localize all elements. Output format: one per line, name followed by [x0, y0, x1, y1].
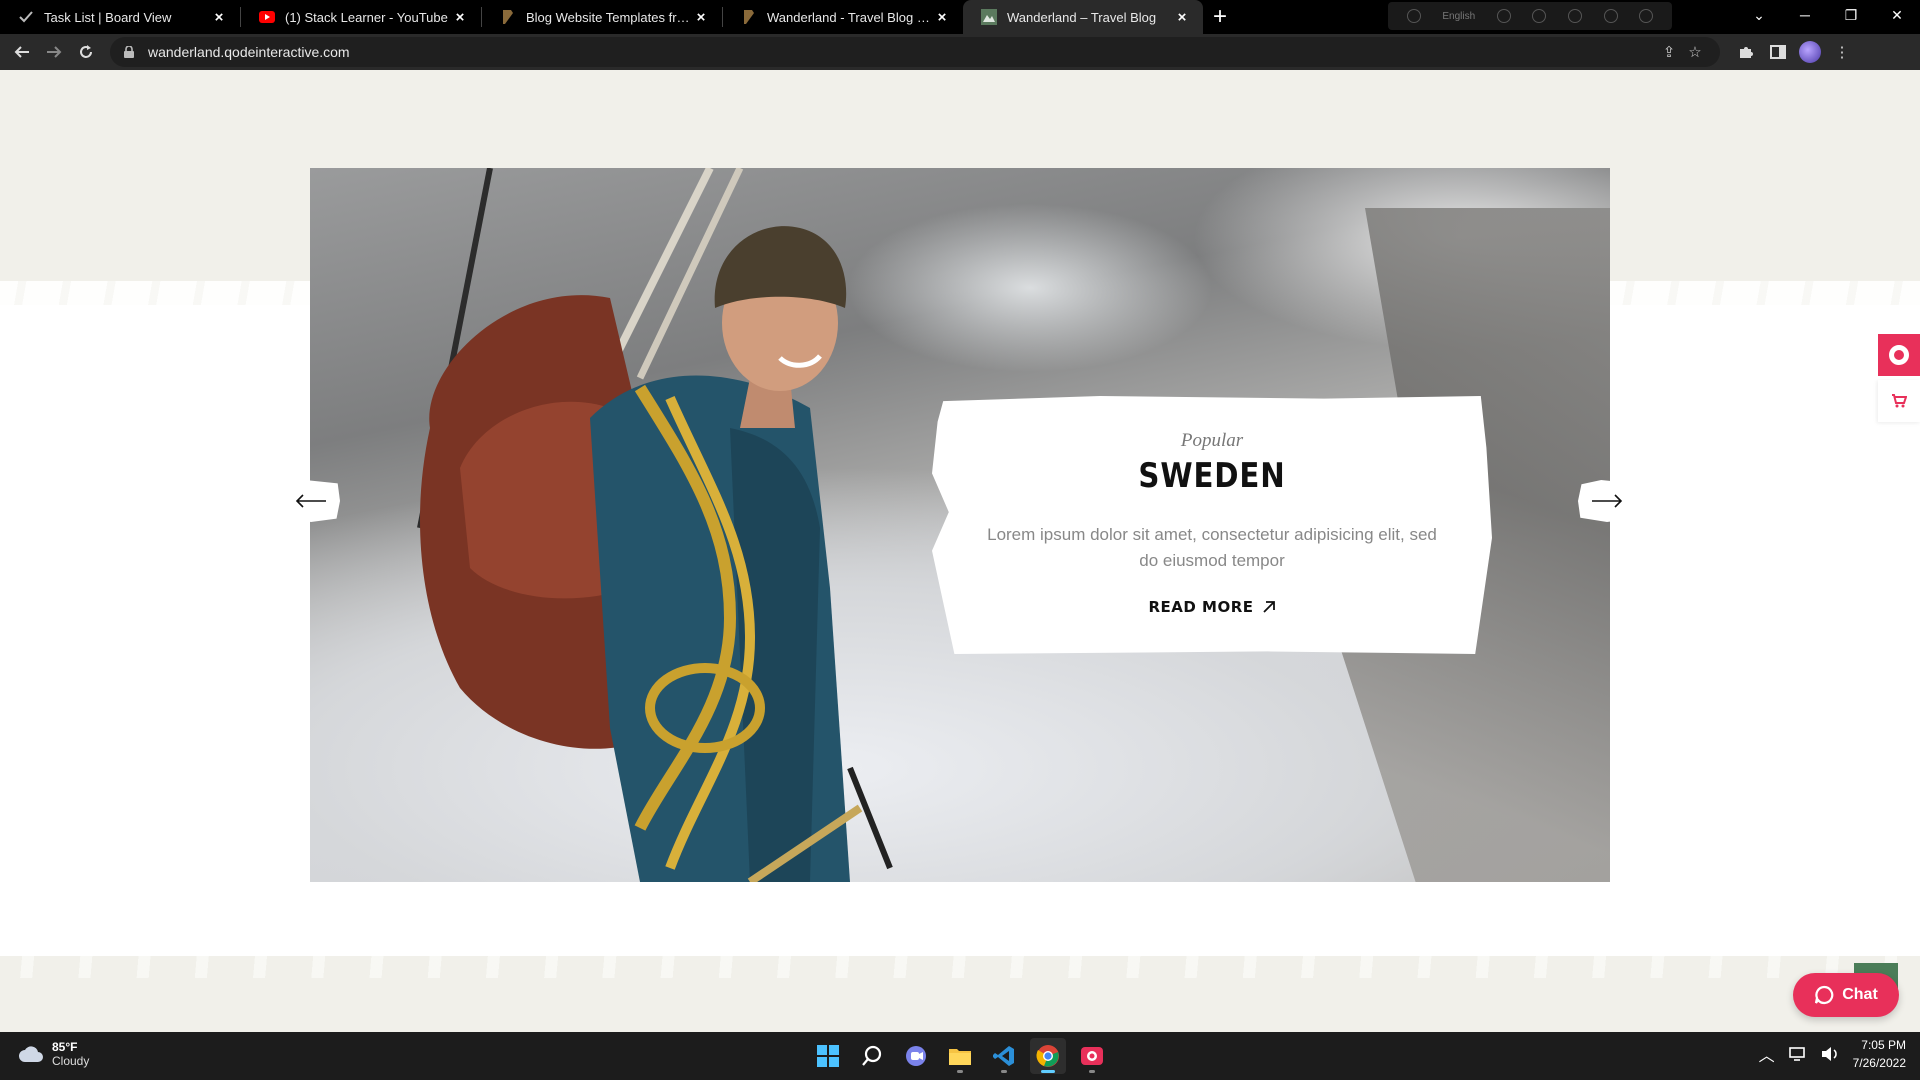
- url-text[interactable]: wanderland.qodeinteractive.com: [148, 44, 1656, 60]
- restore-button[interactable]: ❐: [1828, 0, 1874, 30]
- close-window-button[interactable]: ✕: [1874, 0, 1920, 30]
- chrome-icon[interactable]: [1030, 1038, 1066, 1074]
- card-title[interactable]: SWEDEN: [971, 456, 1453, 496]
- back-arrow-icon[interactable]: [6, 36, 38, 68]
- minimize-button[interactable]: ─: [1782, 0, 1828, 30]
- tab-title: Wanderland - Travel Blog Preview: [767, 9, 933, 25]
- tab-wanderland-active[interactable]: Wanderland – Travel Blog ×: [963, 0, 1203, 34]
- wanderland-favicon-icon: [981, 9, 997, 25]
- tab-title: Wanderland – Travel Blog: [1007, 9, 1157, 25]
- language-indicator[interactable]: English: [1442, 11, 1475, 22]
- chat-bubble-icon: [1815, 985, 1834, 1005]
- address-bar[interactable]: wanderland.qodeinteractive.com ⇪ ☆: [110, 37, 1720, 67]
- taskbar-clock[interactable]: 7:05 PM 7/26/2022: [1853, 1036, 1906, 1072]
- toolbar-icons: ⋮: [1730, 36, 1858, 68]
- weather-condition: Cloudy: [52, 1054, 90, 1068]
- reload-icon[interactable]: [70, 36, 102, 68]
- volume-icon[interactable]: [1821, 1046, 1839, 1062]
- destination-card: Popular SWEDEN Lorem ipsum dolor sit ame…: [932, 396, 1492, 654]
- extension-icon[interactable]: [1603, 9, 1618, 23]
- read-more-link[interactable]: READ MORE: [932, 598, 1492, 616]
- browser-toolbar: wanderland.qodeinteractive.com ⇪ ☆ ⋮: [0, 34, 1920, 70]
- slider-prev-button[interactable]: [282, 480, 340, 522]
- tab-search-chevron-icon[interactable]: ⌄: [1736, 0, 1782, 30]
- weather-temp: 85°F: [52, 1040, 78, 1054]
- arrow-up-right-icon: [1262, 601, 1275, 613]
- slider-next-button[interactable]: [1578, 480, 1636, 522]
- themeforest-favicon-icon: [741, 9, 757, 25]
- check-favicon-icon: [18, 9, 34, 25]
- profile-avatar[interactable]: [1794, 36, 1826, 68]
- tab-task-list[interactable]: Task List | Board View ×: [0, 0, 240, 34]
- tab-close-icon[interactable]: ×: [1173, 8, 1191, 26]
- extension-icon[interactable]: [1639, 9, 1654, 23]
- teams-chat-icon[interactable]: [898, 1038, 934, 1074]
- tab-wanderland-preview[interactable]: Wanderland - Travel Blog Preview ×: [723, 0, 963, 34]
- tab-close-icon[interactable]: ×: [210, 8, 228, 26]
- tab-blog-templates[interactable]: Blog Website Templates from The ×: [482, 0, 722, 34]
- side-demo-badge[interactable]: [1878, 334, 1920, 376]
- extension-icon[interactable]: [1567, 9, 1582, 23]
- chat-button[interactable]: Chat: [1793, 973, 1899, 1017]
- chat-label: Chat: [1842, 986, 1878, 1003]
- search-icon[interactable]: [854, 1038, 890, 1074]
- menu-kebab-icon[interactable]: ⋮: [1826, 36, 1858, 68]
- card-kicker: Popular: [1180, 430, 1244, 451]
- youtube-favicon-icon: [259, 9, 275, 25]
- running-indicator: [1041, 1070, 1055, 1073]
- extension-overlay-strip: English: [1388, 2, 1672, 30]
- weather-widget[interactable]: 85°F Cloudy: [18, 1040, 89, 1068]
- window-controls: ⌄ ─ ❐ ✕: [1736, 0, 1920, 30]
- forward-arrow-icon[interactable]: [38, 36, 70, 68]
- extension-icon[interactable]: [1532, 9, 1547, 23]
- arrow-right-icon: [1592, 494, 1623, 508]
- side-cart-button[interactable]: [1878, 380, 1920, 422]
- tab-close-icon[interactable]: ×: [692, 8, 710, 26]
- bookmark-star-icon[interactable]: ☆: [1682, 43, 1708, 61]
- side-panel-icon[interactable]: [1762, 36, 1794, 68]
- extension-icon[interactable]: [1496, 9, 1511, 23]
- tray-chevron-up-icon[interactable]: ︿: [1759, 1042, 1775, 1066]
- extension-icon[interactable]: [1406, 9, 1421, 23]
- tab-title: Task List | Board View: [44, 9, 172, 25]
- start-windows-icon[interactable]: [810, 1038, 846, 1074]
- ring-icon: [1889, 345, 1909, 365]
- file-explorer-icon[interactable]: [942, 1038, 978, 1074]
- running-indicator: [1001, 1070, 1007, 1073]
- windows-taskbar: 85°F Cloudy ︿ 7:05 PM 7/26/2022: [0, 1032, 1920, 1080]
- footer-brush-band: [0, 956, 1920, 1032]
- arrow-left-icon: [295, 494, 326, 508]
- vscode-icon[interactable]: [986, 1038, 1022, 1074]
- extensions-puzzle-icon[interactable]: [1730, 36, 1762, 68]
- screen-recorder-icon[interactable]: [1074, 1038, 1110, 1074]
- browser-tab-strip: Task List | Board View × (1) Stack Learn…: [0, 0, 1920, 34]
- share-icon[interactable]: ⇪: [1656, 43, 1682, 61]
- taskbar-apps: [810, 1038, 1110, 1074]
- read-more-label: READ MORE: [1148, 598, 1254, 616]
- new-tab-button[interactable]: +: [1203, 0, 1237, 34]
- running-indicator: [1089, 1070, 1095, 1073]
- page-viewport: Popular SWEDEN Lorem ipsum dolor sit ame…: [0, 70, 1920, 1032]
- clock-date: 7/26/2022: [1852, 1056, 1906, 1070]
- cart-icon: [1892, 394, 1907, 408]
- tab-title: (1) Stack Learner - YouTube: [285, 9, 448, 25]
- cloud-icon: [19, 1046, 43, 1062]
- themeforest-favicon-icon: [500, 9, 516, 25]
- running-indicator: [957, 1070, 963, 1073]
- card-description: Lorem ipsum dolor sit amet, consectetur …: [987, 525, 1437, 570]
- lock-icon[interactable]: [122, 45, 136, 59]
- system-tray: ︿ 7:05 PM 7/26/2022: [1759, 1036, 1906, 1072]
- tab-close-icon[interactable]: ×: [933, 8, 951, 26]
- tab-title: Blog Website Templates from The: [526, 9, 692, 25]
- tab-youtube[interactable]: (1) Stack Learner - YouTube ×: [241, 0, 481, 34]
- tab-close-icon[interactable]: ×: [451, 8, 469, 26]
- network-monitor-icon[interactable]: [1788, 1046, 1807, 1062]
- clock-time: 7:05 PM: [1861, 1038, 1906, 1052]
